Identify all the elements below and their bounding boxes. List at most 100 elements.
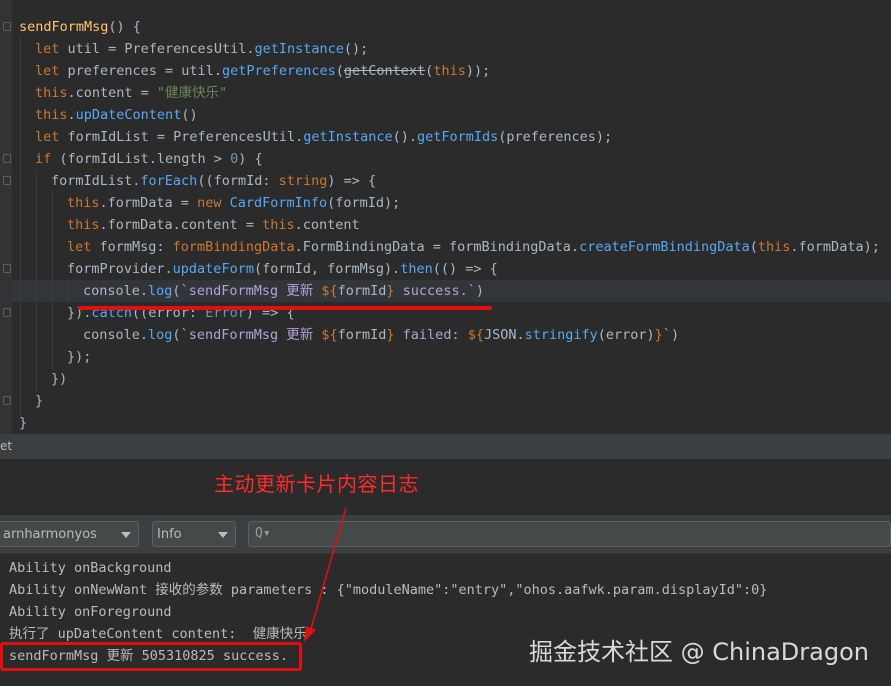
code-token: ) => { [327,173,377,189]
code-line: }) [51,368,67,390]
search-icon: Q▾ [255,526,271,541]
log-line: Ability onBackground [9,560,172,576]
code-token: .content [294,217,360,233]
code-token: failed: [394,327,468,343]
code-token: getInstance [303,129,393,145]
code-token: formMsg: [99,239,173,255]
code-token: (formIdList.length > [59,151,231,167]
code-token: updateForm [172,261,254,277]
indent-guide [52,192,53,370]
code-line: if (formIdList.length > 0) { [35,148,263,170]
code-token: (). [392,129,418,145]
log-line: Ability onForeground [9,604,172,620]
code-token: log [148,327,173,343]
code-token: .formData = [99,195,198,211]
code-editor[interactable]: sendFormMsg() {let util = PreferencesUti… [0,0,891,434]
chevron-down-icon [121,532,131,538]
chevron-down-icon [218,532,228,538]
code-token: formBindingData [172,239,295,255]
code-token: () [181,107,198,123]
code-line: console.log(`sendFormMsg 更新 ${formId} su… [83,280,484,302]
code-token: "健康快乐" [156,85,228,101]
log-search[interactable]: Q▾ [248,521,891,547]
code-line: this.content = "健康快乐" [35,82,227,104]
code-token: } [654,327,663,343]
code-token: log [148,283,173,299]
code-line: } [35,390,43,412]
editor-gutter [0,0,12,434]
code-token: . [67,107,76,123]
code-token: } [386,327,395,343]
code-token: let [35,129,68,145]
code-token: } [19,415,28,431]
log-toolbar: arnharmonyos Info Q▾ [0,515,891,554]
code-token: }) [51,371,68,387]
code-token: ) { [238,151,263,167]
code-token: )); [465,63,491,79]
code-line: this.upDateContent() [35,104,198,126]
code-token: let [35,41,68,57]
tool-window-header: et [0,435,891,459]
code-token: upDateContent [75,107,182,123]
code-token: util = PreferencesUtil. [67,41,255,57]
code-token: 0 [230,151,239,167]
code-token: `sendFormMsg 更新 [180,283,322,299]
code-token: }); [67,349,92,365]
indent-guide [68,280,69,304]
code-token: (formId); [327,195,401,211]
device-select[interactable]: arnharmonyos [0,521,139,547]
code-token: CardFormInfo [229,195,328,211]
code-token: then [400,261,433,277]
fold-marker[interactable] [3,22,11,31]
fold-marker[interactable] [3,176,11,185]
log-level-value: Info [157,527,182,542]
fold-marker[interactable] [3,264,11,273]
code-token: (error) [597,327,655,343]
code-line: sendFormMsg() { [19,16,141,38]
code-token: this [35,107,68,123]
fold-marker[interactable] [3,154,11,163]
code-token: this [35,85,68,101]
code-token: console. [83,327,149,343]
code-token: getFormIds [417,129,499,145]
code-token: success.` [394,283,476,299]
code-line: let formMsg: formBindingData.FormBinding… [67,236,880,258]
code-token: sendFormMsg [19,19,109,35]
code-token: new [197,195,230,211]
code-token: string [278,173,328,189]
code-token: JSON. [483,327,525,343]
code-token: .formData); [790,239,880,255]
code-token: } [35,393,44,409]
code-line: this.formData.content = this.content [67,214,360,236]
code-token: if [35,151,60,167]
code-token: .content = [67,85,157,101]
code-token: .FormBindingData = formBindingData. [294,239,580,255]
code-token: getContext [343,63,426,79]
code-token: `sendFormMsg 更新 [180,327,322,343]
log-level-select[interactable]: Info [152,521,236,547]
code-line: console.log(`sendFormMsg 更新 ${formId} fa… [83,324,679,346]
fold-marker[interactable] [3,308,11,317]
fold-marker[interactable] [3,396,11,405]
code-token: createFormBindingData [579,239,750,255]
code-token: this [433,63,466,79]
code-token: formProvider. [67,261,173,277]
code-line: formIdList.forEach((formId: string) => { [51,170,376,192]
code-token: (() => { [432,261,498,277]
code-token: let [35,63,68,79]
code-token: ) [670,327,680,343]
code-token: .formData.content = [99,217,263,233]
code-token: ${ [321,283,338,299]
code-token: console. [83,283,149,299]
code-token: stringify [524,327,598,343]
code-token: (); [343,41,369,57]
code-token: ((formId: [197,173,279,189]
indent-guide [36,170,37,392]
search-input[interactable] [275,524,879,546]
code-line: let preferences = util.getPreferences(ge… [35,60,490,82]
code-token: formIdList = PreferencesUtil. [67,129,304,145]
code-token: getPreferences [221,63,336,79]
code-token: ( [172,283,181,299]
code-token: ` [662,327,671,343]
log-line: Ability onNewWant 接收的参数 parameters : {"m… [9,582,768,598]
